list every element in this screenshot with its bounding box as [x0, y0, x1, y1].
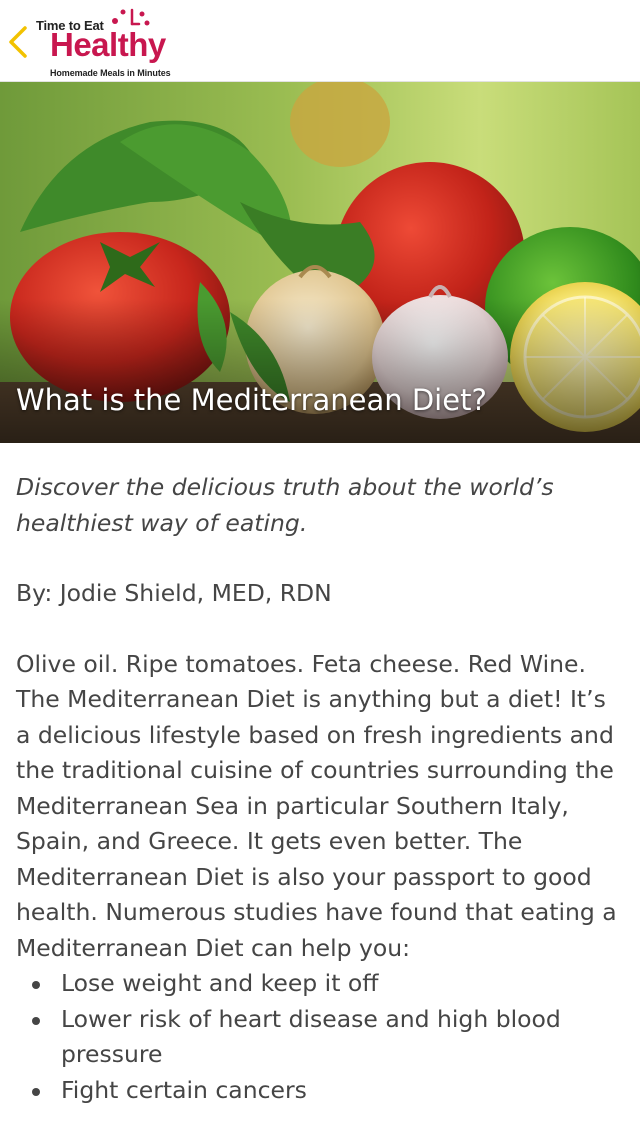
chevron-left-icon: [9, 26, 27, 58]
list-item-text: Lose weight and keep it off: [61, 969, 379, 997]
logo-wordmark: Healthy: [50, 26, 166, 63]
back-button[interactable]: [0, 12, 36, 72]
list-item: Lower risk of heart disease and high blo…: [16, 1002, 626, 1073]
article-byline: By: Jodie Shield, MED, RDN: [16, 579, 332, 607]
article-subtitle: Discover the delicious truth about the w…: [16, 473, 554, 537]
app-header: Time to Eat Healthy Homemade Meals in Mi…: [0, 0, 640, 82]
bullet-icon: [32, 981, 40, 989]
app-logo: Time to Eat Healthy Homemade Meals in Mi…: [34, 4, 194, 80]
logo-tagline: Homemade Meals in Minutes: [50, 68, 171, 78]
article-content: Discover the delicious truth about the w…: [16, 470, 626, 1108]
bullet-icon: [32, 1016, 40, 1025]
article-title: What is the Mediterranean Diet?: [16, 383, 487, 417]
benefits-list: Lose weight and keep it off Lower risk o…: [16, 966, 626, 1108]
list-item: Lose weight and keep it off: [16, 966, 626, 1002]
list-item-text: Lower risk of heart disease and high blo…: [61, 1004, 561, 1069]
list-item: Fight certain cancers: [16, 1073, 626, 1109]
article-body: Olive oil. Ripe tomatoes. Feta cheese. R…: [16, 649, 617, 962]
bullet-icon: [32, 1087, 40, 1096]
hero-image: What is the Mediterranean Diet?: [0, 82, 640, 443]
list-item-text: Fight certain cancers: [61, 1075, 307, 1104]
